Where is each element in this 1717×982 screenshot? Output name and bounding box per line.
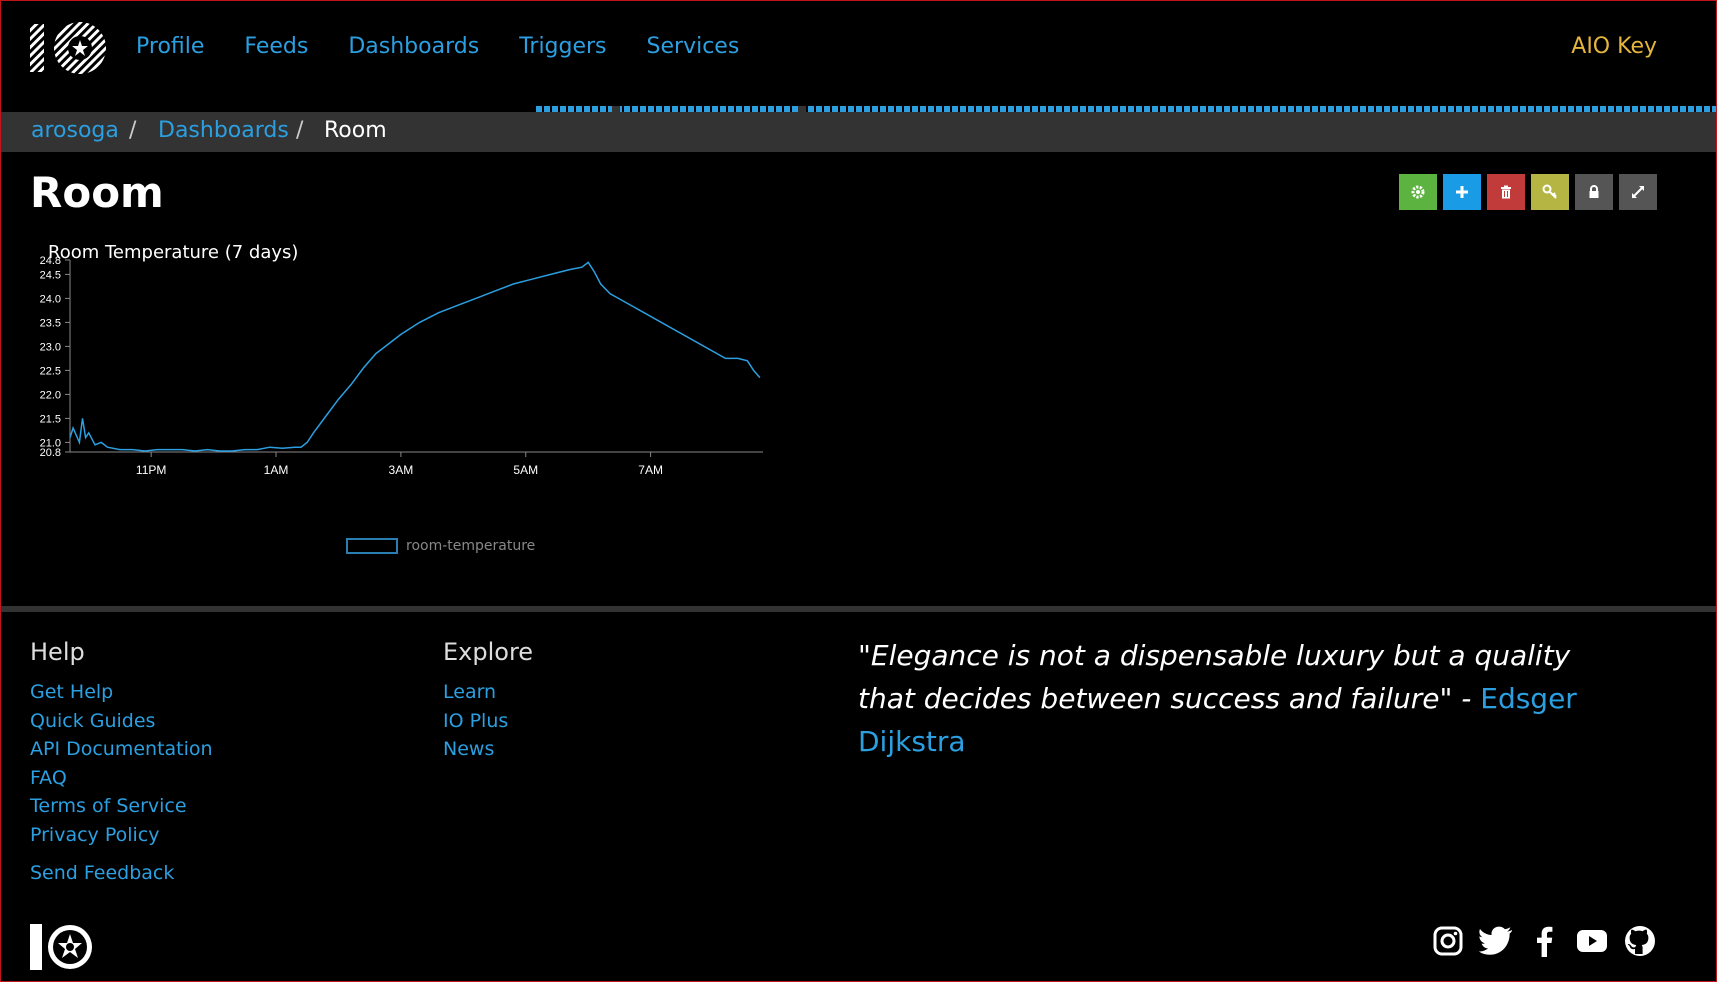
nav-services[interactable]: Services [647, 34, 740, 59]
github-icon[interactable] [1623, 924, 1657, 958]
quote-text: "Elegance is not a dispensable luxury bu… [858, 639, 1571, 715]
y-tick-label: 21.5 [40, 413, 61, 425]
nav-triggers[interactable]: Triggers [519, 34, 606, 59]
x-tick-label: 3AM [389, 463, 414, 477]
x-tick-label: 7AM [638, 463, 663, 477]
chart-legend[interactable]: room-temperature [346, 538, 535, 554]
lock-layout-button[interactable] [1575, 174, 1613, 210]
chart-title: Room Temperature (7 days) [48, 242, 299, 263]
footer-link-get-help[interactable]: Get Help [30, 678, 213, 707]
x-tick-label: 5AM [513, 463, 538, 477]
footer-divider [1, 606, 1716, 612]
aio-key-link[interactable]: AIO Key [1571, 34, 1657, 59]
x-tick-label: 11PM [136, 463, 166, 477]
y-tick-label: 22.0 [40, 389, 61, 401]
footer-link-io-plus[interactable]: IO Plus [443, 707, 533, 736]
social-links [1431, 924, 1657, 958]
youtube-icon[interactable] [1575, 924, 1609, 958]
page-title: Room [30, 168, 164, 217]
footer-io-logo-icon[interactable] [30, 924, 94, 970]
footer-link-terms[interactable]: Terms of Service [30, 792, 213, 821]
series-line [69, 261, 761, 452]
breadcrumb-separator: / [129, 118, 137, 143]
y-tick-label: 22.5 [40, 365, 61, 377]
footer-link-learn[interactable]: Learn [443, 678, 533, 707]
legend-swatch [346, 538, 398, 554]
breadcrumb-separator: / [296, 118, 304, 143]
main-nav: Profile Feeds Dashboards Triggers Servic… [136, 34, 779, 59]
io-logo-icon[interactable] [30, 20, 108, 76]
y-tick-label: 24.0 [40, 293, 61, 305]
gear-icon [1411, 185, 1425, 199]
settings-button[interactable] [1399, 174, 1437, 210]
breadcrumb-user[interactable]: arosoga [31, 118, 119, 143]
dashboard-key-button[interactable] [1531, 174, 1569, 210]
footer-help-heading: Help [30, 638, 85, 666]
dashboard-toolbar [1399, 174, 1657, 210]
facebook-icon[interactable] [1527, 924, 1561, 958]
footer-quote: "Elegance is not a dispensable luxury bu… [858, 634, 1618, 763]
y-tick-label: 23.0 [40, 341, 61, 353]
footer-link-faq[interactable]: FAQ [30, 764, 213, 793]
x-tick-label: 1AM [264, 463, 289, 477]
key-icon [1542, 184, 1557, 199]
footer-help-column: Help Get Help Quick Guides API Documenta… [30, 638, 213, 888]
breadcrumb-dashboards[interactable]: Dashboards [158, 118, 289, 143]
y-tick-label: 24.5 [40, 269, 61, 281]
plus-icon [1456, 186, 1468, 198]
legend-label: room-temperature [406, 538, 536, 554]
expand-icon [1632, 186, 1644, 198]
footer-link-api-docs[interactable]: API Documentation [30, 735, 213, 764]
footer-link-news[interactable]: News [443, 735, 533, 764]
footer-explore-column: Explore Learn IO Plus News [443, 638, 533, 764]
trash-icon [1501, 185, 1511, 199]
nav-dashboards[interactable]: Dashboards [348, 34, 479, 59]
nav-feeds[interactable]: Feeds [244, 34, 308, 59]
footer-link-quick-guides[interactable]: Quick Guides [30, 707, 213, 736]
y-tick-label: 21.0 [40, 437, 61, 449]
send-feedback-link[interactable]: Send Feedback [30, 859, 213, 888]
y-tick-label: 23.5 [40, 317, 61, 329]
twitter-icon[interactable] [1479, 924, 1513, 958]
breadcrumb: arosoga / Dashboards / Room [1, 112, 1716, 152]
breadcrumb-current: Room [324, 118, 387, 143]
lock-icon [1589, 185, 1599, 198]
instagram-icon[interactable] [1431, 924, 1465, 958]
add-block-button[interactable] [1443, 174, 1481, 210]
line-chart: 20.821.021.522.022.523.023.524.024.524.8… [40, 255, 763, 477]
temperature-chart-block: 20.8 21.0 21.5 22.0 22.5 23.0 23.5 24.0 24.5 24.8… [30, 238, 850, 568]
top-navigation: Profile Feeds Dashboards Triggers Servic… [0, 0, 1717, 104]
nav-profile[interactable]: Profile [136, 34, 204, 59]
footer-link-privacy[interactable]: Privacy Policy [30, 821, 213, 850]
footer-explore-heading: Explore [443, 638, 534, 666]
delete-dashboard-button[interactable] [1487, 174, 1525, 210]
fullscreen-button[interactable] [1619, 174, 1657, 210]
